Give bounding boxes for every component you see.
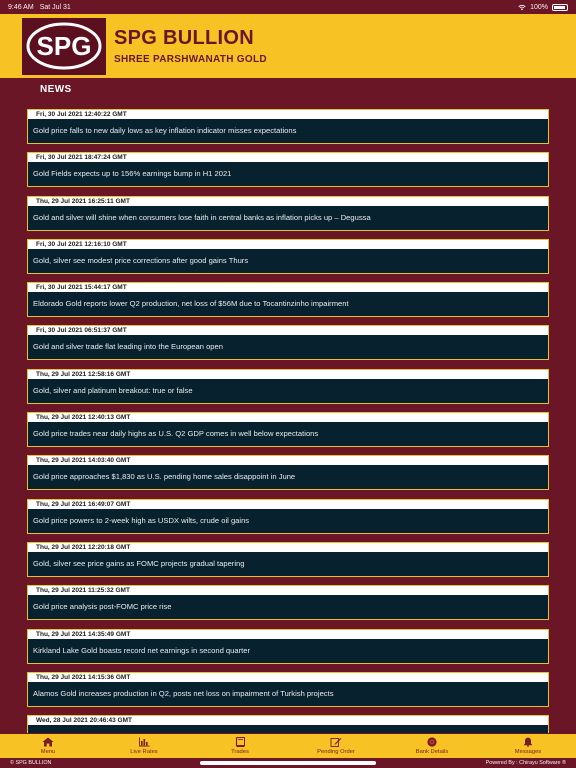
news-headline: Gold price powers to 2-week high as USDX…: [33, 515, 250, 525]
battery-percent: 100%: [530, 3, 548, 11]
tab-menu[interactable]: Menu: [0, 734, 96, 758]
app-subtitle: SHREE PARSHWANATH GOLD: [114, 54, 267, 65]
bell-icon: [523, 737, 533, 747]
news-item[interactable]: Thu, 29 Jul 2021 12:20:18 GMT Gold, silve…: [27, 541, 549, 577]
app-title: SPG BULLION: [114, 27, 254, 49]
news-date: Fri, 30 Jul 2021 06:51:37 GMT: [28, 326, 548, 336]
news-item[interactable]: Fri, 30 Jul 2021 12:16:10 GMT Gold, silve…: [27, 238, 549, 274]
news-date: Wed, 28 Jul 2021 20:46:43 GMT: [28, 716, 548, 726]
news-item[interactable]: Thu, 29 Jul 2021 16:49:07 GMT Gold price …: [27, 498, 549, 534]
tab-label-pending-order: Pending Order: [317, 749, 355, 755]
news-item[interactable]: Thu, 29 Jul 2021 14:15:36 GMT Alamos Gold…: [27, 671, 549, 707]
tab-bank-details[interactable]: Bank Details: [384, 734, 480, 758]
news-date: Thu, 29 Jul 2021 14:15:36 GMT: [28, 672, 548, 682]
book-icon: [235, 737, 245, 747]
news-item[interactable]: Thu, 29 Jul 2021 12:58:16 GMT Gold, silve…: [27, 368, 549, 404]
status-time: 9:46 AM: [8, 3, 34, 11]
logo-emblem-icon: SPG: [26, 22, 102, 70]
news-item[interactable]: Thu, 29 Jul 2021 12:40:13 GMT Gold price …: [27, 412, 549, 448]
logo-text: SPG: [37, 31, 92, 61]
news-item[interactable]: Wed, 28 Jul 2021 20:46:43 GMT: [27, 715, 549, 733]
news-date: Thu, 29 Jul 2021 14:03:40 GMT: [28, 456, 548, 466]
tab-label-live-rates: Live Rates: [130, 749, 158, 755]
status-date: Sat Jul 31: [39, 3, 71, 11]
news-item[interactable]: Fri, 30 Jul 2021 18:47:24 GMT Gold Fields…: [27, 152, 549, 188]
tab-label-bank-details: Bank Details: [415, 749, 449, 755]
footer-powered-by: Powered By : Chirayu Software ®: [485, 760, 566, 766]
battery-icon: [552, 3, 568, 11]
tab-messages[interactable]: Messages: [480, 734, 576, 758]
news-date: Thu, 29 Jul 2021 12:40:13 GMT: [28, 413, 548, 423]
app-header: SPG SPG BULLION SHREE PARSHWANATH GOLD: [0, 14, 576, 78]
bottom-tab-bar: Menu Live Rates Trades Pending Order Ban…: [0, 734, 576, 758]
news-date: Fri, 30 Jul 2021 12:16:10 GMT: [28, 239, 548, 249]
news-item[interactable]: Fri, 30 Jul 2021 15:44:17 GMT Eldorado Go…: [27, 282, 549, 318]
footer-copyright: © SPG BULLION: [10, 760, 52, 766]
news-headline: Gold, silver see modest price correction…: [33, 255, 249, 265]
news-headline: Kirkland Lake Gold boasts record net ear…: [33, 645, 250, 655]
tab-trades[interactable]: Trades: [192, 734, 288, 758]
news-date: Thu, 29 Jul 2021 14:35:49 GMT: [28, 629, 548, 639]
bar-chart-icon: [139, 737, 150, 747]
news-date: Thu, 29 Jul 2021 12:20:18 GMT: [28, 542, 548, 552]
tab-label-messages: Messages: [514, 749, 542, 755]
app-screen: 9:46 AM Sat Jul 31 100% SPG SPG BULLION …: [0, 0, 576, 768]
news-headline: Gold and silver will shine when consumer…: [33, 212, 371, 222]
news-headline: Gold and silver trade flat leading into …: [33, 342, 223, 352]
news-headline: Gold Fields expects up to 156% earnings …: [33, 169, 232, 179]
tab-label-trades: Trades: [231, 749, 249, 755]
status-bar: 9:46 AM Sat Jul 31 100%: [0, 0, 576, 14]
page-title: NEWS: [40, 84, 72, 95]
news-headline: Gold price approaches $1,830 as U.S. pen…: [33, 472, 296, 482]
news-item[interactable]: Thu, 29 Jul 2021 16:25:11 GMT Gold and si…: [27, 195, 549, 231]
brand-block: SPG BULLION SHREE PARSHWANATH GOLD: [114, 27, 267, 65]
news-date: Fri, 30 Jul 2021 18:47:24 GMT: [28, 153, 548, 163]
news-date: Thu, 29 Jul 2021 12:58:16 GMT: [28, 369, 548, 379]
news-date: Thu, 29 Jul 2021 16:25:11 GMT: [28, 196, 548, 206]
bank-icon: [427, 737, 437, 747]
news-item[interactable]: Thu, 29 Jul 2021 14:03:40 GMT Gold price …: [27, 455, 549, 491]
news-headline: Gold price analysis post-FOMC price rise: [33, 602, 172, 612]
home-icon: [42, 737, 54, 747]
wifi-icon: [518, 4, 526, 10]
news-headline: Gold price trades near daily highs as U.…: [33, 429, 319, 439]
news-date: Fri, 30 Jul 2021 12:40:22 GMT: [28, 110, 548, 119]
tab-label-menu: Menu: [40, 749, 56, 755]
news-item[interactable]: Thu, 29 Jul 2021 14:35:49 GMT Kirkland La…: [27, 628, 549, 664]
tab-pending-order[interactable]: Pending Order: [288, 734, 384, 758]
spg-logo: SPG: [22, 17, 106, 75]
edit-icon: [330, 738, 342, 747]
news-list[interactable]: Fri, 30 Jul 2021 12:40:22 GMT Gold price …: [27, 109, 550, 733]
news-date: Fri, 30 Jul 2021 15:44:17 GMT: [28, 283, 548, 293]
news-headline: Gold price falls to new daily lows as ke…: [33, 126, 297, 135]
news-headline: Alamos Gold increases production in Q2, …: [33, 688, 334, 698]
home-indicator[interactable]: [200, 761, 376, 765]
news-date: Thu, 29 Jul 2021 11:25:32 GMT: [28, 586, 548, 596]
news-headline: Gold, silver and platinum breakout: true…: [33, 385, 193, 395]
news-item[interactable]: Fri, 30 Jul 2021 12:40:22 GMT Gold price …: [27, 109, 549, 144]
tab-live-rates[interactable]: Live Rates: [96, 734, 192, 758]
news-item[interactable]: Fri, 30 Jul 2021 06:51:37 GMT Gold and si…: [27, 325, 549, 361]
news-item[interactable]: Thu, 29 Jul 2021 11:25:32 GMT Gold price …: [27, 585, 549, 621]
news-date: Thu, 29 Jul 2021 16:49:07 GMT: [28, 499, 548, 509]
news-headline: Gold, silver see price gains as FOMC pro…: [33, 558, 245, 568]
news-headline: Eldorado Gold reports lower Q2 productio…: [33, 299, 349, 309]
